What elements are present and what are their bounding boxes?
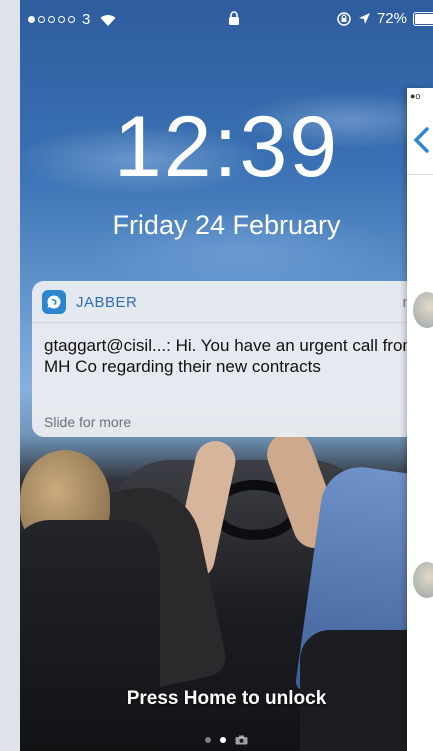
notification-card[interactable]: JABBER now gtaggart@cisil...: Hi. You ha…: [32, 281, 424, 437]
notification-divider: [32, 322, 424, 323]
notification-footer: Slide for more: [44, 414, 132, 430]
notification-app-name: JABBER: [76, 293, 138, 311]
notification-header: JABBER now: [42, 289, 424, 315]
signal-strength: 3: [28, 11, 117, 28]
battery-fill: [415, 13, 433, 24]
location-arrow-icon: [358, 13, 370, 24]
rotation-lock-icon: [337, 11, 351, 26]
avatar[interactable]: [413, 562, 433, 598]
page-dot: [205, 737, 211, 743]
overlay-nav-divider: [407, 174, 433, 175]
overlay-app-screen[interactable]: ●o: [407, 88, 433, 751]
jabber-app-icon: [42, 290, 66, 314]
signal-dot: [68, 16, 75, 23]
signal-dot: [48, 16, 55, 23]
overlay-status-text: ●o: [410, 91, 421, 101]
lock-screen[interactable]: 3 72% 12:39 Friday 24 February JABBER gt…: [20, 0, 433, 751]
page-indicator: [20, 735, 433, 745]
lock-icon: [229, 11, 239, 25]
lock-time: 12:39: [113, 99, 340, 195]
status-right: 72%: [336, 10, 433, 27]
status-bar: 3 72%: [20, 0, 433, 38]
notification-message: gtaggart@cisil...: Hi. You have an urgen…: [44, 336, 417, 376]
unlock-hint: Press Home to unlock: [126, 688, 327, 709]
wallpaper-seat-left: [20, 520, 160, 751]
back-chevron-icon[interactable]: [411, 126, 431, 154]
camera-icon[interactable]: [235, 735, 248, 745]
signal-dot: [38, 16, 45, 23]
left-margin: [0, 0, 20, 751]
page-dot-active: [220, 737, 226, 743]
signal-dot: [58, 16, 65, 23]
wifi-icon: [100, 14, 116, 26]
avatar[interactable]: [413, 292, 433, 328]
battery-icon: [413, 11, 433, 26]
battery-percent: 72%: [376, 10, 407, 27]
signal-dot: [28, 16, 35, 23]
lock-date: Friday 24 February: [112, 210, 341, 240]
carrier-name: 3: [82, 11, 91, 28]
speech-bubble-icon: [47, 295, 61, 309]
